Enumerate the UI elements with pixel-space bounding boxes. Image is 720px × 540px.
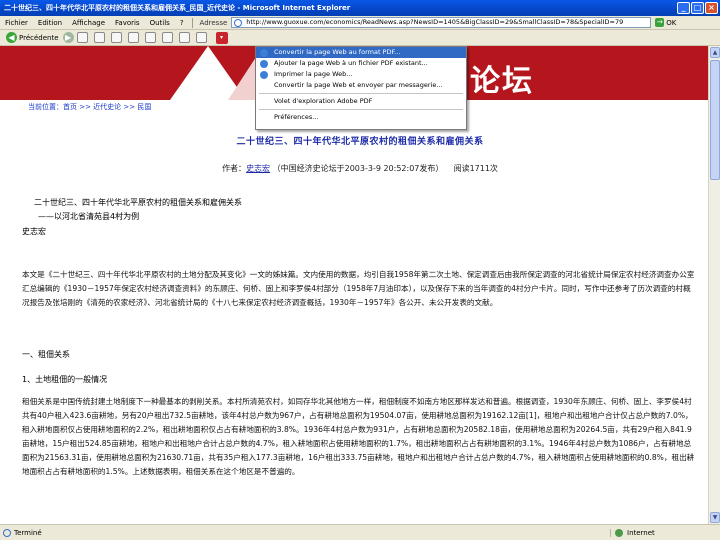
menu-item-label: Préférences... bbox=[274, 113, 319, 121]
article-title: 二十世纪三、四十年代华北平原农村的租佃关系和雇佣关系 bbox=[236, 137, 484, 147]
scroll-down-icon[interactable]: ▼ bbox=[710, 512, 720, 523]
refresh-icon[interactable] bbox=[93, 32, 105, 43]
menu-explorer-bar[interactable]: Volet d'exploration Adobe PDF bbox=[256, 96, 466, 107]
close-button[interactable]: × bbox=[705, 2, 718, 14]
section-heading-2: 1、土地租佃的一般情况 bbox=[22, 375, 108, 384]
stop-icon[interactable] bbox=[76, 32, 88, 43]
menu-separator bbox=[191, 17, 193, 28]
menu-preferences[interactable]: Préférences... bbox=[256, 112, 466, 123]
go-button[interactable]: → OK bbox=[655, 18, 676, 27]
toolbar: ◀ Précédente ▶ ▾ bbox=[0, 30, 720, 46]
back-arrow-icon: ◀ bbox=[6, 32, 17, 43]
menu-tools[interactable]: Outils bbox=[145, 19, 175, 27]
ie-page-icon bbox=[234, 19, 243, 27]
read-count: 阅读1711次 bbox=[453, 164, 498, 173]
intro-paragraph: 本文是《二十世纪三、四十年代华北平原农村的土地分配及其变化》一文的姊妹篇。文内使… bbox=[22, 270, 695, 307]
body-paragraph: 租佃关系是中国传统封建土地制度下一种最基本的剥削关系。本村所清苑农村，如同存华北… bbox=[22, 397, 695, 476]
menu-item-label: Volet d'exploration Adobe PDF bbox=[274, 97, 373, 105]
menu-separator bbox=[259, 93, 463, 94]
menu-append-to-pdf[interactable]: Ajouter la page Web à un fichier PDF exi… bbox=[256, 58, 466, 69]
menu-edit[interactable]: Edition bbox=[33, 19, 67, 27]
window-title: 二十世纪三、四十年代华北平原农村的租佃关系和雇佣关系_民国_近代史论 - Mic… bbox=[4, 4, 351, 12]
forward-arrow-icon[interactable]: ▶ bbox=[62, 32, 74, 43]
menu-separator bbox=[259, 109, 463, 110]
scroll-up-icon[interactable]: ▲ bbox=[710, 47, 720, 58]
address-input[interactable]: http://www.guoxue.com/economics/ReadNews… bbox=[231, 17, 652, 28]
pdf-convert-icon bbox=[260, 49, 268, 57]
breadcrumb[interactable]: 当前位置：首页 >> 近代史论 >> 民国 bbox=[28, 102, 151, 112]
back-button[interactable]: ◀ Précédente bbox=[2, 32, 63, 43]
article-subheading: ——以河北省清苑县4村为例 bbox=[38, 212, 140, 221]
print-page-icon bbox=[260, 71, 268, 79]
menu-item-label: Convertir la page Web et envoyer par mes… bbox=[274, 81, 443, 89]
address-url: http://www.guoxue.com/economics/ReadNews… bbox=[246, 18, 624, 26]
internet-zone-icon bbox=[615, 528, 623, 537]
go-arrow-icon: → bbox=[655, 18, 665, 27]
favorites-icon[interactable] bbox=[144, 32, 156, 43]
vertical-scrollbar[interactable]: ▲ ▼ bbox=[708, 46, 720, 524]
window-title-bar: 二十世纪三、四十年代华北平原农村的租佃关系和雇佣关系_民国_近代史论 - Mic… bbox=[0, 0, 720, 16]
security-zone: Internet bbox=[610, 528, 720, 537]
minimize-button[interactable]: _ bbox=[677, 2, 690, 14]
status-text-area: Terminé bbox=[0, 528, 610, 537]
menu-item-label: Convertir la page Web au format PDF... bbox=[274, 48, 401, 56]
menu-bar: Fichier Edition Affichage Favoris Outils… bbox=[0, 16, 720, 30]
meta-source: （中国经济史论坛于2003-3-9 20:52:07发布） bbox=[272, 164, 444, 173]
article-byline: 史志宏 bbox=[22, 227, 46, 236]
address-label: Adresse bbox=[199, 18, 228, 27]
status-bar: Terminé Internet bbox=[0, 524, 720, 540]
menu-favorites[interactable]: Favoris bbox=[110, 19, 145, 27]
menu-view[interactable]: Affichage bbox=[67, 19, 110, 27]
menu-print-page[interactable]: Imprimer la page Web... bbox=[256, 69, 466, 80]
menu-help[interactable]: ? bbox=[175, 19, 189, 27]
mail-icon[interactable] bbox=[178, 32, 190, 43]
section-heading-1: 一、租佃关系 bbox=[22, 350, 70, 359]
menu-item-label: Imprimer la page Web... bbox=[274, 70, 353, 78]
search-icon[interactable] bbox=[127, 32, 139, 43]
menu-file[interactable]: Fichier bbox=[0, 19, 33, 27]
home-icon[interactable] bbox=[110, 32, 122, 43]
menu-convert-to-pdf[interactable]: Convertir la page Web au format PDF... bbox=[256, 47, 466, 58]
pdf-append-icon bbox=[260, 60, 268, 68]
adobe-pdf-icon[interactable]: ▾ bbox=[215, 31, 228, 44]
banner-logo-text: 论坛 bbox=[470, 64, 534, 99]
menu-item-label: Ajouter la page Web à un fichier PDF exi… bbox=[274, 59, 428, 67]
zone-label: Internet bbox=[627, 528, 655, 537]
back-label: Précédente bbox=[19, 33, 59, 42]
meta-prefix: 作者： bbox=[222, 164, 247, 173]
adobe-pdf-menu: Convertir la page Web au format PDF... A… bbox=[255, 46, 467, 130]
window-controls: _ □ × bbox=[677, 2, 718, 14]
author-link[interactable]: 史志宏 bbox=[246, 164, 270, 173]
page-done-icon bbox=[3, 528, 11, 537]
history-icon[interactable] bbox=[161, 32, 173, 43]
scroll-thumb[interactable] bbox=[710, 60, 720, 180]
print-icon[interactable] bbox=[195, 32, 207, 43]
article-meta: 作者：史志宏 （中国经济史论坛于2003-3-9 20:52:07发布） 阅读1… bbox=[0, 163, 720, 174]
status-text: Terminé bbox=[14, 528, 42, 537]
menu-convert-and-email[interactable]: Convertir la page Web et envoyer par mes… bbox=[256, 80, 466, 91]
maximize-button[interactable]: □ bbox=[691, 2, 704, 14]
article-heading: 二十世纪三、四十年代华北平原农村的租佃关系和雇佣关系 bbox=[34, 198, 242, 207]
go-label: OK bbox=[666, 18, 677, 27]
